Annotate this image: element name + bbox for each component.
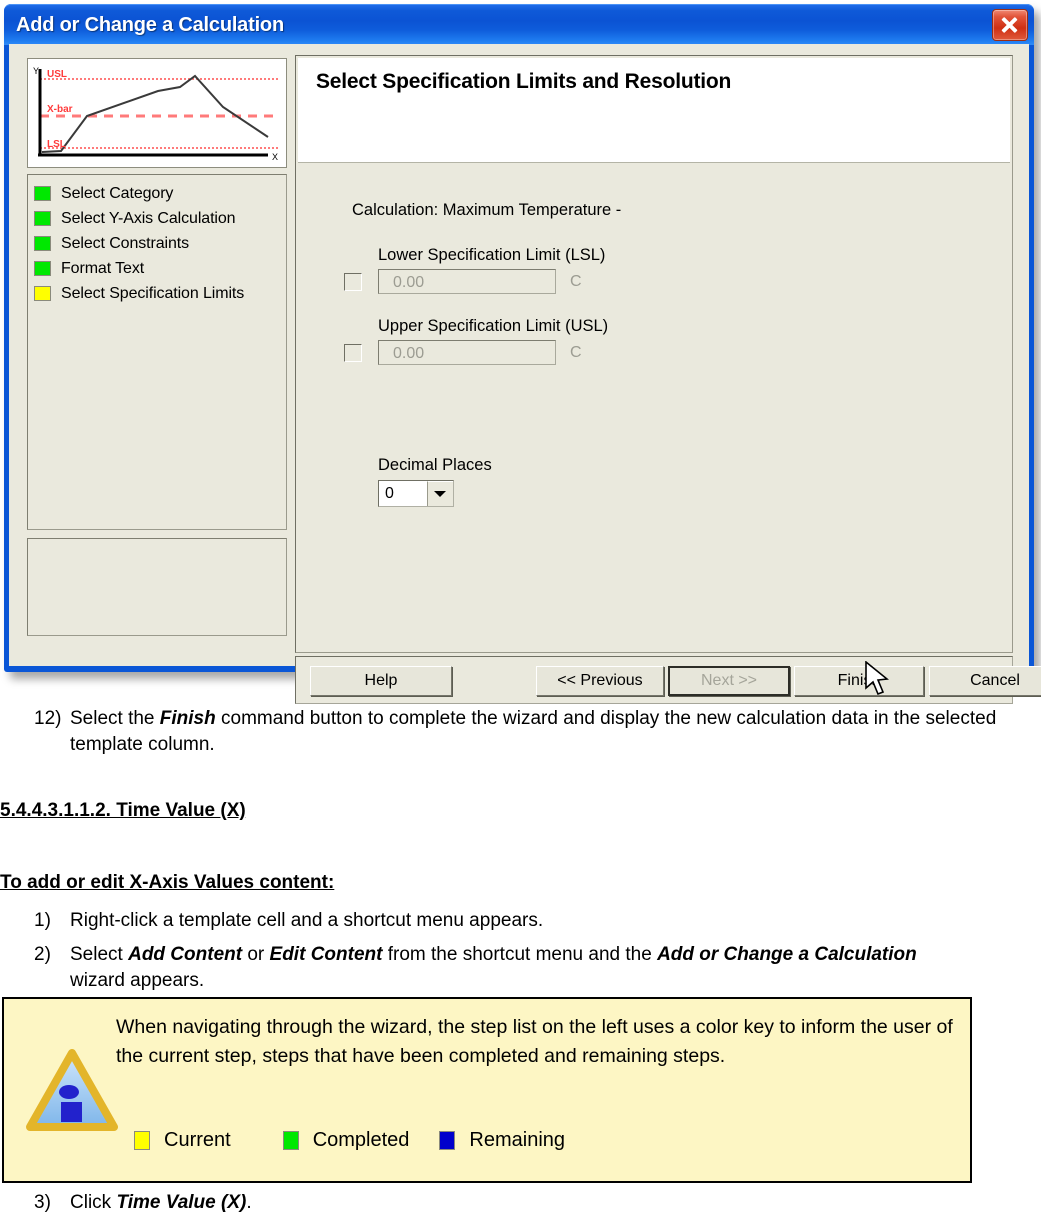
wizard-step-item[interactable]: Format Text <box>34 256 286 281</box>
svg-text:X-bar: X-bar <box>47 104 73 115</box>
cancel-button[interactable]: Cancel <box>929 666 1041 696</box>
wizard-step-item[interactable]: Select Y-Axis Calculation <box>34 206 286 231</box>
step3-part2: . <box>246 1192 252 1213</box>
step2-bold2: Edit Content <box>269 944 383 965</box>
svg-text:LSL: LSL <box>47 139 66 150</box>
note-callout: When navigating through the wizard, the … <box>2 997 972 1183</box>
key-label-remaining: Remaining <box>469 1129 566 1151</box>
step-status-chip <box>34 286 51 301</box>
info-warning-icon <box>26 1049 118 1131</box>
wizard-step-item[interactable]: Select Constraints <box>34 231 286 256</box>
section-heading: 5.4.4.3.1.1.2. Time Value (X) <box>0 800 246 821</box>
svg-text:USL: USL <box>47 69 67 80</box>
lsl-input[interactable]: 0.00 <box>378 269 556 294</box>
usl-input[interactable]: 0.00 <box>378 340 556 365</box>
note-text: When navigating through the wizard, the … <box>116 1016 953 1067</box>
list-number: 12) <box>34 708 62 729</box>
wizard-step-list: Select Category Select Y-Axis Calculatio… <box>27 174 287 530</box>
wizard-left-column: Y X USL X-bar LSL Select Category Select… <box>27 58 289 636</box>
color-key-legend: Current Completed Remaining <box>134 1129 565 1152</box>
step-status-chip <box>34 186 51 201</box>
usl-checkbox[interactable] <box>344 343 362 362</box>
step12-bold1: Finish <box>159 708 216 729</box>
help-button[interactable]: Help <box>310 666 452 696</box>
decimal-places-label: Decimal Places <box>378 456 492 474</box>
lsl-field-group: Lower Specification Limit (LSL) 0.00 C <box>296 246 605 294</box>
dialog-titlebar[interactable]: Add or Change a Calculation <box>4 4 1034 45</box>
key-chip-current <box>134 1131 150 1150</box>
step-label: Select Constraints <box>61 234 190 252</box>
step2-part1: Select <box>70 944 129 965</box>
wizard-main-panel: Select Specification Limits and Resoluti… <box>295 55 1013 653</box>
svg-text:Y: Y <box>33 66 39 76</box>
dialog-body: Y X USL X-bar LSL Select Category Select… <box>9 44 1041 704</box>
usl-unit-label: C <box>570 343 582 361</box>
step-label: Select Specification Limits <box>61 284 245 302</box>
list-number: 3) <box>34 1192 51 1213</box>
wizard-step-item[interactable]: Select Category <box>34 181 286 206</box>
calculation-description: Calculation: Maximum Temperature - <box>352 201 622 219</box>
list-item-1: 1) Right-click a template cell and a sho… <box>34 908 1041 934</box>
step3-part1: Click <box>70 1192 117 1213</box>
spec-limits-preview-chart: Y X USL X-bar LSL <box>27 58 287 168</box>
list-text: Right-click a template cell and a shortc… <box>70 910 544 931</box>
step3-bold1: Time Value (X) <box>116 1192 247 1213</box>
preview-chart-svg: Y X USL X-bar LSL <box>28 59 286 167</box>
step2-part2: or <box>242 944 270 965</box>
dialog-title: Add or Change a Calculation <box>16 14 284 36</box>
decimal-places-value: 0 <box>385 485 394 502</box>
step2-bold1: Add Content <box>128 944 243 965</box>
wizard-left-lower-panel <box>27 538 287 636</box>
lsl-checkbox[interactable] <box>344 272 362 291</box>
step-status-chip <box>34 236 51 251</box>
next-button: Next >> <box>668 666 790 696</box>
previous-button[interactable]: << Previous <box>536 666 664 696</box>
step2-bold3: Add or Change a Calculation <box>657 944 917 965</box>
finish-button[interactable]: Finish <box>794 666 924 696</box>
lsl-label: Lower Specification Limit (LSL) <box>378 246 606 264</box>
key-label-completed: Completed <box>312 1129 410 1151</box>
list-item-3: 3) Click Time Value (X). <box>34 1190 252 1216</box>
list-text: Click Time Value (X). <box>70 1190 252 1216</box>
wizard-button-bar: Help << Previous Next >> Finish Cancel <box>295 656 1041 704</box>
chevron-down-icon[interactable] <box>427 481 453 506</box>
decimal-places-select[interactable]: 0 <box>378 480 454 507</box>
decimal-places-group: Decimal Places 0 <box>296 456 492 507</box>
list-item-2: 2) Select Add Content or Edit Content fr… <box>34 942 1041 994</box>
step2-part3: from the shortcut menu and the <box>382 944 658 965</box>
usl-label: Upper Specification Limit (USL) <box>378 317 609 335</box>
step-label: Select Category <box>61 184 174 202</box>
list-text: Select Add Content or Edit Content from … <box>70 942 951 994</box>
key-chip-completed <box>282 1131 299 1150</box>
key-chip-remaining <box>439 1131 456 1150</box>
usl-field-group: Upper Specification Limit (USL) 0.00 C <box>296 317 608 365</box>
wizard-step-item-current[interactable]: Select Specification Limits <box>34 281 286 306</box>
step2-part4: wizard appears. <box>70 970 205 991</box>
lsl-unit-label: C <box>570 272 582 290</box>
list-number: 2) <box>34 944 51 965</box>
list-number: 1) <box>34 910 51 931</box>
subheading: To add or edit X-Axis Values content: <box>0 872 335 893</box>
step12-part1: Select the <box>70 708 160 729</box>
usl-row: 0.00 C <box>296 340 608 365</box>
add-or-change-calculation-dialog: Add or Change a Calculation Y X USL X-ba… <box>4 4 1041 704</box>
key-label-current: Current <box>164 1129 231 1151</box>
lsl-row: 0.00 C <box>296 269 605 294</box>
panel-header-band: Select Specification Limits and Resoluti… <box>298 58 1010 163</box>
step-status-chip <box>34 261 51 276</box>
step-label: Format Text <box>61 259 145 277</box>
svg-text:X: X <box>272 152 278 162</box>
close-icon[interactable] <box>992 9 1028 41</box>
step-status-chip <box>34 211 51 226</box>
list-text: Select the Finish command button to comp… <box>70 706 1041 758</box>
page-title: Select Specification Limits and Resoluti… <box>316 70 732 93</box>
step-label: Select Y-Axis Calculation <box>61 209 236 227</box>
list-item-12: 12) Select the Finish command button to … <box>34 706 1041 758</box>
document-content: 12) Select the Finish command button to … <box>0 700 1041 994</box>
